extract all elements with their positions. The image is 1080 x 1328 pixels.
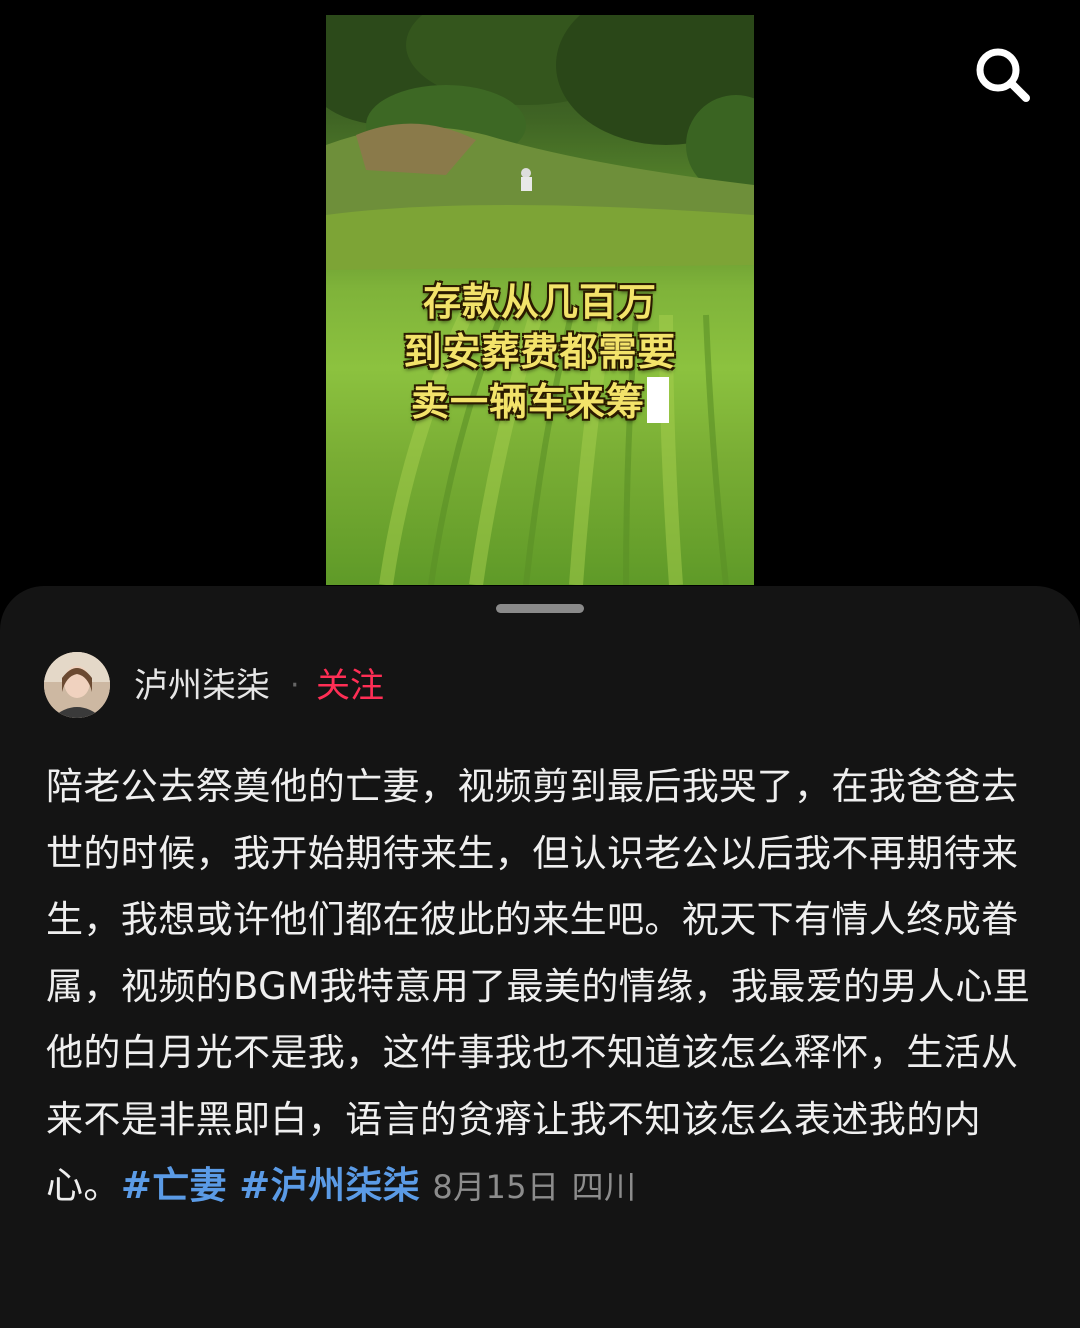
separator-dot: · bbox=[290, 668, 300, 703]
video-player[interactable]: 存款从几百万 到安葬费都需要 卖一辆车来筹 bbox=[0, 0, 1080, 600]
video-caption: 存款从几百万 到安葬费都需要 卖一辆车来筹 bbox=[326, 277, 754, 427]
video-frame[interactable]: 存款从几百万 到安葬费都需要 卖一辆车来筹 bbox=[326, 15, 754, 585]
search-icon[interactable] bbox=[968, 40, 1038, 110]
post-location: 四川 bbox=[571, 1168, 637, 1206]
caption-line: 到安葬费都需要 bbox=[403, 329, 677, 374]
drag-handle[interactable] bbox=[496, 604, 584, 613]
text-cursor bbox=[647, 377, 669, 423]
hashtag-link[interactable]: #亡妻 bbox=[121, 1164, 227, 1207]
post-description: 陪老公去祭奠他的亡妻，视频剪到最后我哭了，在我爸爸去世的时候，我开始期待来生，但… bbox=[46, 754, 1036, 1221]
caption-line: 存款从几百万 bbox=[422, 279, 657, 324]
avatar[interactable] bbox=[44, 652, 110, 718]
comment-sheet: 泸州柒柒 · 关注 陪老公去祭奠他的亡妻，视频剪到最后我哭了，在我爸爸去世的时候… bbox=[0, 586, 1080, 1328]
follow-button[interactable]: 关注 bbox=[316, 664, 384, 708]
post-text: 陪老公去祭奠他的亡妻，视频剪到最后我哭了，在我爸爸去世的时候，我开始期待来生，但… bbox=[46, 765, 1031, 1207]
caption-line: 卖一辆车来筹 bbox=[326, 377, 754, 427]
post-date: 8月15日 bbox=[432, 1168, 560, 1206]
author-name[interactable]: 泸州柒柒 bbox=[134, 664, 270, 708]
hashtag-link[interactable]: #泸州柒柒 bbox=[239, 1164, 420, 1207]
